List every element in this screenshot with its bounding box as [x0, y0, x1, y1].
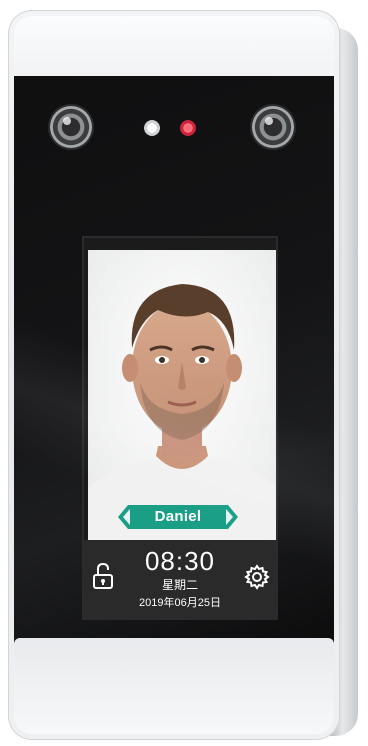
date-label: 2019年06月25日	[139, 597, 221, 609]
person-name-label: Daniel	[154, 508, 202, 525]
clock-time: 08:30	[144, 546, 216, 576]
gear-icon[interactable]	[244, 564, 270, 590]
face-recognition-terminal: Daniel 08:30 星期二 2019年06月25日	[8, 10, 358, 740]
status-bar: 08:30 星期二 2019年06月25日	[84, 540, 276, 618]
right-camera-lens	[252, 106, 294, 148]
bottom-cap	[14, 638, 334, 734]
white-indicator-led	[144, 120, 160, 136]
display-screen: Daniel 08:30 星期二 2019年06月25日	[82, 236, 278, 620]
face-photo	[88, 250, 276, 540]
left-camera-lens	[50, 106, 92, 148]
unlock-icon[interactable]	[92, 562, 114, 590]
top-cap	[14, 16, 334, 82]
front-glass-panel: Daniel 08:30 星期二 2019年06月25日	[14, 76, 334, 646]
recognized-name-banner: Daniel	[118, 504, 238, 530]
device-shell: Daniel 08:30 星期二 2019年06月25日	[8, 10, 340, 740]
red-indicator-led	[180, 120, 196, 136]
weekday-label: 星期二	[161, 578, 198, 592]
